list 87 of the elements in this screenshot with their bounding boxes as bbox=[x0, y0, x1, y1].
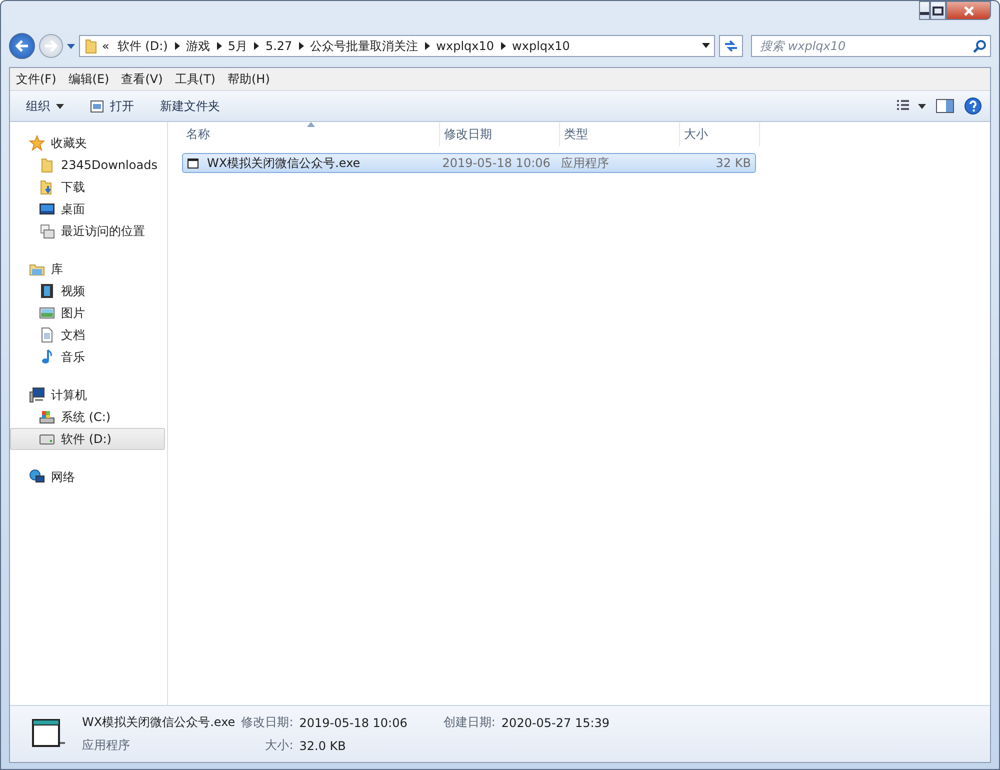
file-name: WX模拟关闭微信公众号.exe bbox=[183, 154, 438, 172]
menu-item[interactable]: 工具(T) bbox=[168, 68, 222, 90]
column-header[interactable]: 修改日期 bbox=[440, 122, 560, 146]
close-button[interactable] bbox=[946, 1, 991, 20]
modified-date: 2019-05-18 10:06 bbox=[441, 155, 552, 172]
menu-item[interactable]: 编辑(E) bbox=[62, 68, 116, 90]
preview-pane-icon[interactable] bbox=[934, 97, 956, 115]
field-value: 2019-05-18 10:06 bbox=[299, 716, 408, 730]
field-label: 修改日期: bbox=[241, 714, 294, 731]
file-name: WX模拟关闭微信公众号.exe bbox=[82, 714, 236, 731]
address-bar[interactable]: « 软件 (D:) 游戏 5月 5.27 公众号批量取消关注 wxplqx10 wxplqx10 bbox=[79, 35, 715, 57]
folder-icon bbox=[39, 157, 55, 173]
document-icon bbox=[39, 327, 55, 343]
search-field[interactable]: 搜索 wxplqx10 bbox=[751, 35, 991, 57]
field-label: 创建日期: bbox=[443, 714, 496, 731]
windows-icon bbox=[39, 223, 55, 239]
refresh-button[interactable] bbox=[719, 35, 743, 57]
search-icon[interactable] bbox=[973, 40, 986, 53]
sidebar-item[interactable]: 系统 (C:) bbox=[10, 406, 165, 428]
breadcrumb[interactable]: 5月 bbox=[224, 38, 252, 54]
maximize-button[interactable] bbox=[930, 1, 946, 20]
globe-icon bbox=[29, 469, 45, 485]
sidebar-item[interactable]: 最近访问的位置 bbox=[10, 220, 165, 242]
back-arrow-icon bbox=[15, 40, 29, 52]
column-header[interactable]: 类型 bbox=[560, 122, 680, 146]
column-header[interactable]: 名称 bbox=[182, 122, 440, 146]
picture-icon bbox=[39, 305, 55, 321]
dropdown-icon[interactable] bbox=[702, 43, 710, 49]
chevron-icon[interactable] bbox=[216, 42, 222, 50]
application-icon bbox=[187, 156, 201, 170]
drive-icon bbox=[39, 409, 55, 425]
sidebar-item[interactable]: 软件 (D:) bbox=[10, 428, 165, 450]
sidebar-item[interactable]: 网络 bbox=[10, 466, 165, 488]
toolbar-button[interactable]: 打开 bbox=[80, 94, 144, 118]
toolbar-button[interactable]: 组织 bbox=[16, 94, 74, 118]
maximize-icon bbox=[931, 4, 945, 16]
sidebar-item[interactable]: 桌面 bbox=[10, 198, 165, 220]
breadcrumb[interactable]: wxplqx10 bbox=[508, 39, 574, 53]
breadcrumb[interactable]: 游戏 bbox=[182, 38, 214, 54]
menu-item[interactable]: 查看(V) bbox=[115, 68, 169, 90]
chevron-icon[interactable] bbox=[424, 42, 430, 50]
folder-icon bbox=[84, 38, 98, 54]
history-dropdown-icon[interactable] bbox=[67, 42, 75, 50]
breadcrumb[interactable]: 5.27 bbox=[261, 39, 296, 53]
monitor-icon bbox=[39, 201, 55, 217]
minimize-button[interactable] bbox=[919, 1, 930, 20]
chevron-icon[interactable] bbox=[174, 42, 180, 50]
forward-arrow-icon bbox=[44, 40, 58, 52]
close-icon bbox=[962, 4, 976, 16]
sidebar-item[interactable]: 图片 bbox=[10, 302, 165, 324]
menu-item[interactable]: 帮助(H) bbox=[222, 68, 276, 90]
film-icon bbox=[39, 283, 55, 299]
sidebar-item[interactable]: 库 bbox=[10, 258, 165, 280]
file-row[interactable]: WX模拟关闭微信公众号.exe 2019-05-18 10:06 应用程序 32 KB bbox=[182, 153, 756, 173]
chevron-icon[interactable] bbox=[253, 42, 260, 50]
file-size: 32 KB bbox=[714, 155, 752, 172]
field-value: 32.0 KB bbox=[299, 738, 347, 752]
column-header[interactable]: 大小 bbox=[680, 122, 760, 146]
breadcrumb[interactable]: 公众号批量取消关注 bbox=[306, 38, 422, 54]
back-button[interactable] bbox=[9, 33, 35, 59]
open-icon bbox=[90, 99, 104, 113]
sidebar-item[interactable]: 视频 bbox=[10, 280, 165, 302]
sidebar-item[interactable]: 2345Downloads bbox=[10, 154, 165, 176]
sidebar-item[interactable]: 音乐 bbox=[10, 346, 165, 368]
sidebar-item[interactable]: 计算机 bbox=[10, 384, 165, 406]
toolbar-button[interactable]: 新建文件夹 bbox=[150, 94, 230, 118]
chevron-icon[interactable] bbox=[298, 42, 304, 50]
sort-arrow-icon bbox=[306, 122, 314, 127]
sidebar-item[interactable]: 文档 bbox=[10, 324, 165, 346]
menu-item[interactable]: 文件(F) bbox=[10, 68, 62, 90]
music-note-icon bbox=[39, 349, 55, 365]
star-icon bbox=[29, 135, 45, 151]
breadcrumb[interactable]: wxplqx10 bbox=[432, 39, 498, 53]
sidebar-item[interactable]: 收藏夹 bbox=[10, 132, 165, 154]
chevron-icon[interactable] bbox=[500, 42, 506, 50]
file-type: 应用程序 bbox=[560, 154, 610, 172]
help-icon[interactable] bbox=[962, 95, 984, 117]
address-overflow[interactable]: « bbox=[98, 39, 114, 53]
file-type: 应用程序 bbox=[82, 737, 131, 754]
field-label: 大小: bbox=[264, 737, 294, 754]
field-value: 2020-05-27 15:39 bbox=[501, 716, 610, 730]
minimize-icon bbox=[920, 12, 929, 15]
breadcrumb[interactable]: 软件 (D:) bbox=[113, 38, 172, 54]
caret-icon bbox=[56, 104, 64, 108]
computer-icon bbox=[29, 387, 45, 403]
refresh-arrows-icon bbox=[723, 39, 739, 53]
sidebar-item[interactable]: 下载 bbox=[10, 176, 165, 198]
